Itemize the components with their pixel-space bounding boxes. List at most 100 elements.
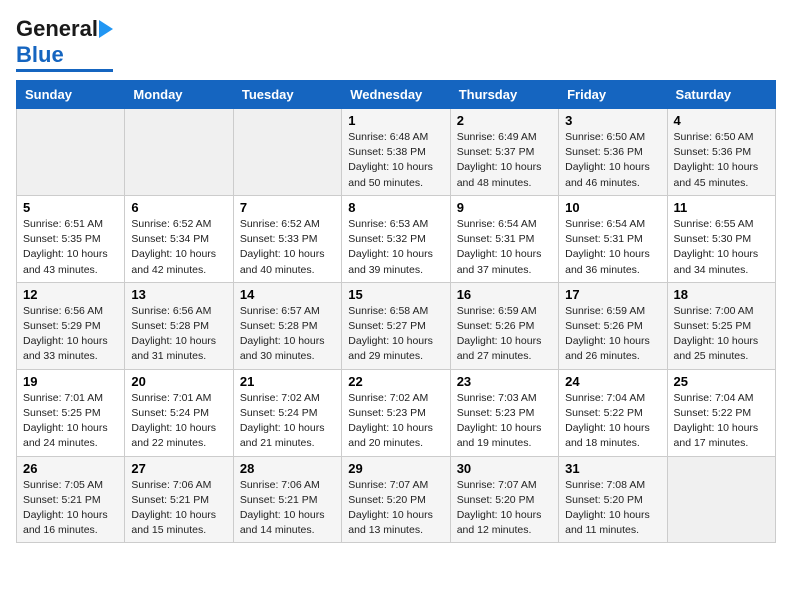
calendar-cell: 30Sunrise: 7:07 AMSunset: 5:20 PMDayligh… <box>450 456 558 543</box>
day-number: 13 <box>131 287 226 302</box>
calendar-cell: 2 Sunrise: 6:49 AMSunset: 5:37 PMDaylight… <box>450 109 558 196</box>
day-number: 24 <box>565 374 660 389</box>
day-number: 10 <box>565 200 660 215</box>
calendar-cell: 29 Sunrise: 7:07 AMSunset: 5:20 PMDayligh… <box>342 456 450 543</box>
day-info: Sunrise: 7:08 AMSunset: 5:20 PMDaylight:… <box>565 478 660 539</box>
day-number: 22 <box>348 374 443 389</box>
day-info: Sunrise: 6:56 AMSunset: 5:28 PMDaylight:… <box>131 304 226 365</box>
calendar-cell: 11 Sunrise: 6:55 AMSunset: 5:30 PMDayligh… <box>667 195 775 282</box>
calendar-cell: 23 Sunrise: 7:03 AMSunset: 5:23 PMDayligh… <box>450 369 558 456</box>
col-header-thursday: Thursday <box>450 81 558 109</box>
col-header-tuesday: Tuesday <box>233 81 341 109</box>
day-info: Sunrise: 7:04 AMSunset: 5:22 PMDaylight:… <box>674 391 769 452</box>
day-info: Sunrise: 6:54 AMSunset: 5:31 PMDaylight:… <box>457 217 552 278</box>
day-info: Sunrise: 7:06 AMSunset: 5:21 PMDaylight:… <box>131 478 226 539</box>
day-info: Sunrise: 6:53 AMSunset: 5:32 PMDaylight:… <box>348 217 443 278</box>
calendar-cell: 19 Sunrise: 7:01 AMSunset: 5:25 PMDayligh… <box>17 369 125 456</box>
day-number: 31 <box>565 461 660 476</box>
calendar-cell: 18Sunrise: 7:00 AMSunset: 5:25 PMDayligh… <box>667 282 775 369</box>
day-info: Sunrise: 6:56 AMSunset: 5:29 PMDaylight:… <box>23 304 118 365</box>
day-number: 28 <box>240 461 335 476</box>
calendar-cell <box>125 109 233 196</box>
day-info: Sunrise: 7:03 AMSunset: 5:23 PMDaylight:… <box>457 391 552 452</box>
logo-arrow-icon <box>99 20 113 38</box>
calendar-cell: 4Sunrise: 6:50 AMSunset: 5:36 PMDaylight… <box>667 109 775 196</box>
day-number: 25 <box>674 374 769 389</box>
day-info: Sunrise: 6:50 AMSunset: 5:36 PMDaylight:… <box>565 130 660 191</box>
day-number: 8 <box>348 200 443 215</box>
day-number: 29 <box>348 461 443 476</box>
calendar-cell: 5 Sunrise: 6:51 AMSunset: 5:35 PMDaylight… <box>17 195 125 282</box>
col-header-friday: Friday <box>559 81 667 109</box>
logo-general: General <box>16 16 98 42</box>
calendar-cell: 8 Sunrise: 6:53 AMSunset: 5:32 PMDaylight… <box>342 195 450 282</box>
day-info: Sunrise: 6:48 AMSunset: 5:38 PMDaylight:… <box>348 130 443 191</box>
col-header-saturday: Saturday <box>667 81 775 109</box>
day-info: Sunrise: 7:01 AMSunset: 5:25 PMDaylight:… <box>23 391 118 452</box>
calendar-cell: 17 Sunrise: 6:59 AMSunset: 5:26 PMDayligh… <box>559 282 667 369</box>
day-info: Sunrise: 6:54 AMSunset: 5:31 PMDaylight:… <box>565 217 660 278</box>
calendar-cell: 13 Sunrise: 6:56 AMSunset: 5:28 PMDayligh… <box>125 282 233 369</box>
day-info: Sunrise: 7:00 AMSunset: 5:25 PMDaylight:… <box>674 304 769 365</box>
day-info: Sunrise: 7:01 AMSunset: 5:24 PMDaylight:… <box>131 391 226 452</box>
calendar-cell: 25 Sunrise: 7:04 AMSunset: 5:22 PMDayligh… <box>667 369 775 456</box>
col-header-monday: Monday <box>125 81 233 109</box>
page-header: General Blue <box>16 16 776 72</box>
day-number: 15 <box>348 287 443 302</box>
day-info: Sunrise: 6:50 AMSunset: 5:36 PMDaylight:… <box>674 130 769 191</box>
calendar-cell: 9Sunrise: 6:54 AMSunset: 5:31 PMDaylight… <box>450 195 558 282</box>
day-number: 19 <box>23 374 118 389</box>
day-number: 6 <box>131 200 226 215</box>
logo-underline <box>16 69 113 72</box>
calendar-cell: 31 Sunrise: 7:08 AMSunset: 5:20 PMDayligh… <box>559 456 667 543</box>
day-number: 12 <box>23 287 118 302</box>
calendar-cell: 24 Sunrise: 7:04 AMSunset: 5:22 PMDayligh… <box>559 369 667 456</box>
calendar-cell: 20 Sunrise: 7:01 AMSunset: 5:24 PMDayligh… <box>125 369 233 456</box>
calendar-cell: 15 Sunrise: 6:58 AMSunset: 5:27 PMDayligh… <box>342 282 450 369</box>
day-number: 23 <box>457 374 552 389</box>
calendar-cell: 21 Sunrise: 7:02 AMSunset: 5:24 PMDayligh… <box>233 369 341 456</box>
calendar-cell: 27 Sunrise: 7:06 AMSunset: 5:21 PMDayligh… <box>125 456 233 543</box>
day-number: 17 <box>565 287 660 302</box>
calendar-cell: 22 Sunrise: 7:02 AMSunset: 5:23 PMDayligh… <box>342 369 450 456</box>
day-number: 5 <box>23 200 118 215</box>
day-info: Sunrise: 6:58 AMSunset: 5:27 PMDaylight:… <box>348 304 443 365</box>
day-number: 11 <box>674 200 769 215</box>
day-info: Sunrise: 6:59 AMSunset: 5:26 PMDaylight:… <box>565 304 660 365</box>
day-info: Sunrise: 7:04 AMSunset: 5:22 PMDaylight:… <box>565 391 660 452</box>
calendar-cell: 3 Sunrise: 6:50 AMSunset: 5:36 PMDaylight… <box>559 109 667 196</box>
calendar-cell <box>667 456 775 543</box>
calendar-cell: 26 Sunrise: 7:05 AMSunset: 5:21 PMDayligh… <box>17 456 125 543</box>
day-number: 2 <box>457 113 552 128</box>
day-info: Sunrise: 7:02 AMSunset: 5:24 PMDaylight:… <box>240 391 335 452</box>
day-number: 7 <box>240 200 335 215</box>
col-header-wednesday: Wednesday <box>342 81 450 109</box>
day-number: 16 <box>457 287 552 302</box>
calendar-cell: 7 Sunrise: 6:52 AMSunset: 5:33 PMDaylight… <box>233 195 341 282</box>
calendar-cell <box>233 109 341 196</box>
day-info: Sunrise: 6:49 AMSunset: 5:37 PMDaylight:… <box>457 130 552 191</box>
logo-blue: Blue <box>16 42 64 68</box>
day-info: Sunrise: 7:07 AMSunset: 5:20 PMDaylight:… <box>457 478 552 539</box>
day-info: Sunrise: 6:59 AMSunset: 5:26 PMDaylight:… <box>457 304 552 365</box>
calendar-cell: 14Sunrise: 6:57 AMSunset: 5:28 PMDayligh… <box>233 282 341 369</box>
day-info: Sunrise: 6:55 AMSunset: 5:30 PMDaylight:… <box>674 217 769 278</box>
day-number: 20 <box>131 374 226 389</box>
day-number: 21 <box>240 374 335 389</box>
day-info: Sunrise: 7:07 AMSunset: 5:20 PMDaylight:… <box>348 478 443 539</box>
day-number: 3 <box>565 113 660 128</box>
day-number: 1 <box>348 113 443 128</box>
day-info: Sunrise: 6:57 AMSunset: 5:28 PMDaylight:… <box>240 304 335 365</box>
day-info: Sunrise: 6:52 AMSunset: 5:34 PMDaylight:… <box>131 217 226 278</box>
day-info: Sunrise: 7:05 AMSunset: 5:21 PMDaylight:… <box>23 478 118 539</box>
day-info: Sunrise: 7:06 AMSunset: 5:21 PMDaylight:… <box>240 478 335 539</box>
day-info: Sunrise: 7:02 AMSunset: 5:23 PMDaylight:… <box>348 391 443 452</box>
day-number: 26 <box>23 461 118 476</box>
calendar-cell: 16 Sunrise: 6:59 AMSunset: 5:26 PMDayligh… <box>450 282 558 369</box>
day-number: 27 <box>131 461 226 476</box>
day-info: Sunrise: 6:51 AMSunset: 5:35 PMDaylight:… <box>23 217 118 278</box>
calendar-cell <box>17 109 125 196</box>
day-info: Sunrise: 6:52 AMSunset: 5:33 PMDaylight:… <box>240 217 335 278</box>
calendar-cell: 1 Sunrise: 6:48 AMSunset: 5:38 PMDaylight… <box>342 109 450 196</box>
calendar-table: SundayMondayTuesdayWednesdayThursdayFrid… <box>16 80 776 543</box>
